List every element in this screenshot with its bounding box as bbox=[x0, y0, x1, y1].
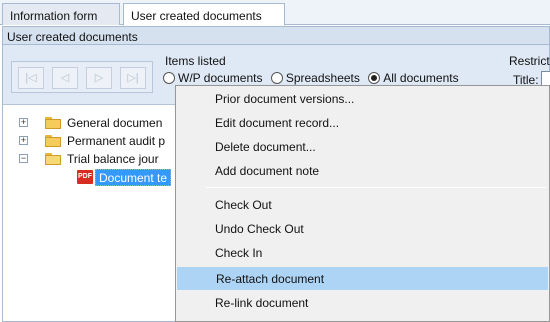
tab-user-created-documents[interactable]: User created documents ▼ bbox=[123, 3, 285, 35]
menu-item-re-attach[interactable]: Re-attach document bbox=[177, 267, 548, 290]
tree-item-label: General documen bbox=[67, 116, 163, 130]
menu-item-check-in[interactable]: Check In bbox=[177, 242, 548, 265]
context-menu: Prior document versions... Edit document… bbox=[175, 85, 550, 322]
previous-record-icon[interactable]: ◁ bbox=[52, 67, 78, 89]
items-listed-radio-group: W/P documents Spreadsheets All documents bbox=[163, 71, 464, 85]
menu-item-re-link[interactable]: Re-link document bbox=[177, 292, 548, 315]
folder-icon bbox=[45, 117, 61, 129]
expand-icon[interactable]: + bbox=[19, 118, 28, 127]
pdf-icon: PDF bbox=[77, 170, 93, 184]
radio-all-documents[interactable]: All documents bbox=[368, 71, 459, 85]
tab-label: User created documents bbox=[131, 9, 262, 23]
tree-item-label: Trial balance jour bbox=[67, 152, 159, 166]
tab-information-form[interactable]: Information form bbox=[2, 3, 120, 25]
collapse-icon[interactable]: − bbox=[19, 154, 28, 163]
radio-spreadsheets[interactable]: Spreadsheets bbox=[270, 71, 360, 85]
folder-open-icon bbox=[45, 153, 61, 165]
radio-button[interactable] bbox=[368, 72, 381, 84]
menu-separator bbox=[206, 187, 546, 188]
menu-item-check-out[interactable]: Check Out bbox=[177, 194, 548, 217]
radio-button[interactable] bbox=[270, 72, 283, 84]
tab-label: Information form bbox=[10, 9, 98, 23]
tree-item-label: Permanent audit p bbox=[67, 134, 166, 148]
menu-item-edit-record[interactable]: Edit document record... bbox=[177, 112, 548, 135]
radio-label: Spreadsheets bbox=[285, 71, 360, 85]
tree-item-label-selected: Document te bbox=[95, 169, 172, 186]
radio-label: All documents bbox=[383, 71, 459, 85]
radio-button[interactable] bbox=[163, 72, 175, 84]
restricted-label: Restricte bbox=[509, 54, 550, 68]
menu-item-delete-document[interactable]: Delete document... bbox=[177, 136, 548, 159]
expand-icon[interactable]: + bbox=[19, 136, 28, 145]
radio-wp-documents[interactable]: W/P documents bbox=[163, 71, 262, 85]
record-navigator: |◁ ◁ ▷ ▷| bbox=[11, 61, 153, 93]
radio-label: W/P documents bbox=[178, 71, 263, 85]
menu-item-add-note[interactable]: Add document note bbox=[177, 160, 548, 183]
next-record-icon[interactable]: ▷ bbox=[86, 67, 112, 89]
last-record-icon[interactable]: ▷| bbox=[120, 67, 146, 89]
tab-bar: Information form User created documents … bbox=[0, 0, 550, 35]
menu-item-undo-check-out[interactable]: Undo Check Out bbox=[177, 218, 548, 241]
items-listed-label: Items listed bbox=[165, 54, 226, 68]
folder-icon bbox=[45, 135, 61, 147]
panel-title: User created documents bbox=[3, 27, 549, 45]
first-record-icon[interactable]: |◁ bbox=[18, 67, 44, 89]
menu-item-prior-versions[interactable]: Prior document versions... bbox=[177, 88, 548, 111]
